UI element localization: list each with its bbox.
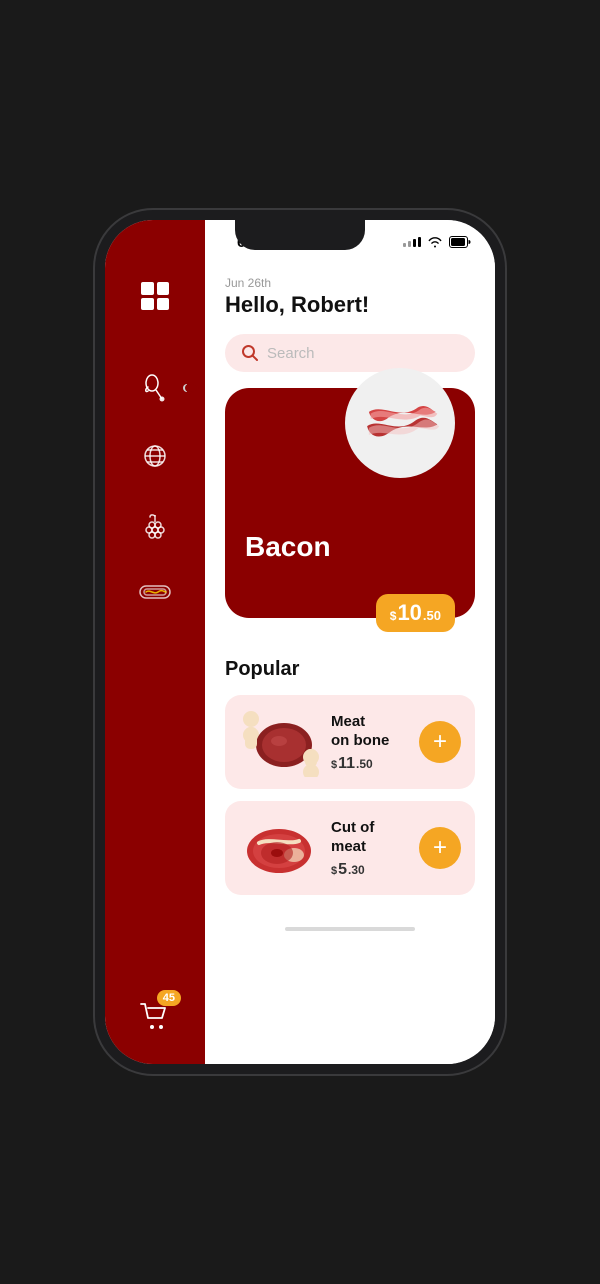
featured-card: Bacon $ 10 .50 xyxy=(225,388,475,618)
section-title: Popular xyxy=(225,658,475,681)
nav-item-hotdog[interactable] xyxy=(137,574,173,610)
date-label: Jun 26th xyxy=(225,276,475,290)
add-to-cart-2[interactable]: + xyxy=(419,827,461,869)
popular-section: Popular xyxy=(205,642,495,915)
price-cents: .50 xyxy=(423,608,441,623)
price-dollar: $ xyxy=(390,609,397,623)
cart-badge: 45 xyxy=(157,990,181,1006)
phone-shell: 6:17 xyxy=(105,220,495,1064)
product-name-2: Cut of meat xyxy=(331,818,407,857)
product-image-1 xyxy=(239,707,319,777)
product-list: Meat on bone $ 11 .50 + xyxy=(225,695,475,895)
product-card-2: Cut of meat $ 5 .30 + xyxy=(225,801,475,895)
nav-active-dot xyxy=(183,384,191,392)
header: Jun 26th Hello, Robert! xyxy=(205,264,495,326)
notch xyxy=(235,220,365,250)
product-card-1: Meat on bone $ 11 .50 + xyxy=(225,695,475,789)
nav-item-sphere[interactable] xyxy=(137,438,173,474)
wifi-icon xyxy=(427,236,443,248)
cart-section[interactable]: 45 xyxy=(137,998,173,1064)
featured-price: $ 10 .50 xyxy=(376,594,455,632)
sidebar: 45 xyxy=(105,220,205,1064)
product-info-2: Cut of meat $ 5 .30 xyxy=(331,818,407,879)
nav-item-grapes[interactable] xyxy=(137,506,173,542)
home-indicator xyxy=(285,927,415,931)
add-to-cart-1[interactable]: + xyxy=(419,721,461,763)
sidebar-grid-icon[interactable] xyxy=(141,282,169,310)
product-name-1: Meat on bone xyxy=(331,712,407,751)
greeting-label: Hello, Robert! xyxy=(225,292,475,318)
featured-section: Bacon $ 10 .50 xyxy=(205,388,495,618)
featured-title: Bacon xyxy=(245,531,331,563)
search-placeholder: Search xyxy=(267,345,315,362)
featured-image xyxy=(345,368,455,478)
search-icon xyxy=(241,344,259,362)
product-info-1: Meat on bone $ 11 .50 xyxy=(331,712,407,773)
main-content: Jun 26th Hello, Robert! Search xyxy=(205,220,495,1064)
product-image-2 xyxy=(239,813,319,883)
sidebar-nav xyxy=(137,350,173,998)
search-bar[interactable]: Search xyxy=(225,334,475,372)
price-main: 10 xyxy=(397,600,421,626)
nav-item-poultry[interactable] xyxy=(137,370,173,406)
status-icons xyxy=(403,236,471,248)
product-price-2: $ 5 .30 xyxy=(331,861,407,879)
product-price-1: $ 11 .50 xyxy=(331,755,407,773)
signal-icon xyxy=(403,237,421,247)
battery-icon xyxy=(449,236,471,248)
